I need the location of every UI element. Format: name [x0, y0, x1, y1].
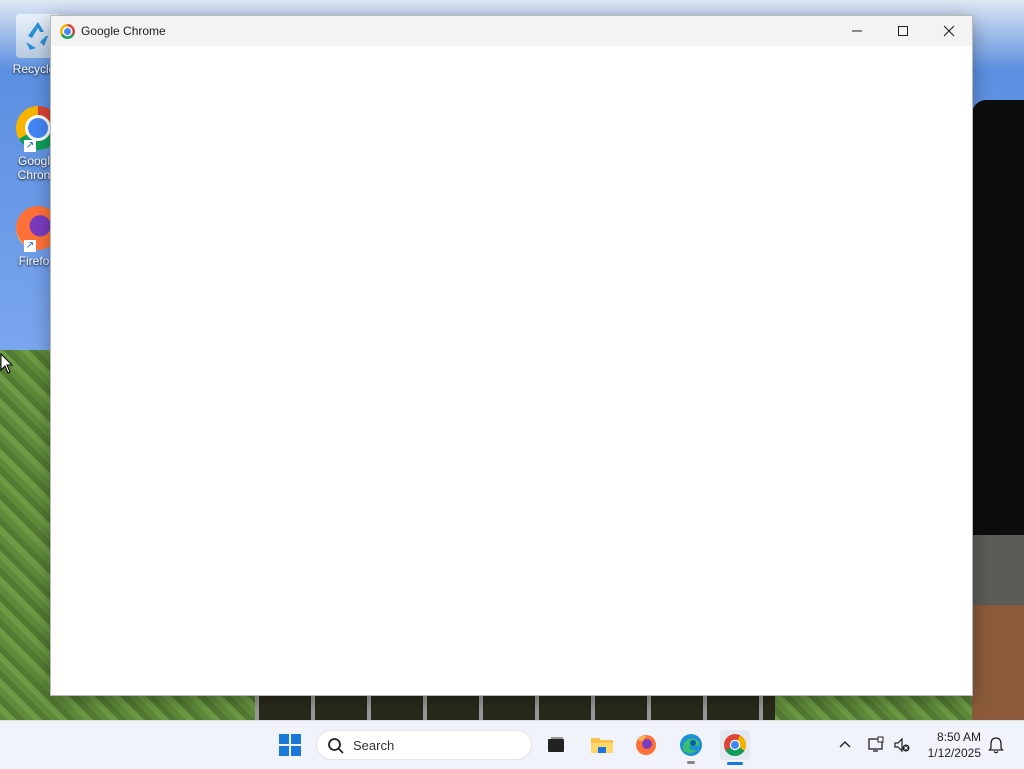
volume-muted-icon: [894, 737, 910, 753]
shortcut-arrow-icon: ↗: [24, 240, 36, 252]
taskbar-clock[interactable]: 8:50 AM 1/12/2025: [915, 729, 981, 761]
taskbar: Search 8:50 AM 1/12/2025: [0, 720, 1024, 769]
minimize-icon: [852, 30, 862, 32]
clock-time: 8:50 AM: [936, 730, 981, 744]
close-icon: [943, 25, 955, 37]
chrome-icon: [724, 734, 746, 756]
window-title: Google Chrome: [81, 24, 166, 38]
shortcut-arrow-icon: ↗: [24, 140, 36, 152]
maximize-icon: [898, 26, 908, 36]
wallpaper-dirt-block: [972, 605, 1024, 720]
close-button[interactable]: [926, 16, 972, 46]
running-indicator: [687, 761, 695, 764]
notifications-button[interactable]: [986, 735, 1006, 755]
volume-button[interactable]: [892, 735, 912, 755]
network-button[interactable]: [866, 735, 886, 755]
start-icon: [291, 746, 301, 756]
start-icon: [279, 734, 289, 744]
chrome-taskbar-button[interactable]: [720, 730, 750, 765]
minimize-button[interactable]: [834, 16, 880, 46]
taskbar-search-box[interactable]: Search: [316, 730, 532, 760]
chrome-icon: [60, 24, 75, 39]
wallpaper-stone-block: [972, 535, 1024, 605]
window-titlebar[interactable]: Google Chrome: [51, 16, 972, 46]
firefox-taskbar-button[interactable]: [631, 730, 661, 760]
start-button[interactable]: [279, 734, 301, 756]
file-explorer-button[interactable]: [587, 730, 617, 760]
clock-date: 1/12/2025: [927, 746, 981, 760]
edge-taskbar-button[interactable]: [676, 730, 706, 764]
network-icon: [868, 736, 884, 752]
start-icon: [279, 746, 289, 756]
window-content[interactable]: [51, 46, 972, 695]
edge-icon: [680, 734, 702, 756]
wallpaper-dark-block: [972, 100, 1024, 535]
file-explorer-icon: [591, 738, 613, 753]
chevron-up-icon: [839, 741, 851, 748]
search-icon: [328, 738, 344, 754]
chrome-window: Google Chrome: [51, 16, 972, 695]
show-hidden-icons-button[interactable]: [835, 735, 855, 755]
start-icon: [291, 734, 301, 744]
notification-bell-icon: [988, 737, 1004, 754]
task-view-icon: [548, 737, 564, 752]
search-label: Search: [353, 738, 395, 753]
firefox-icon: [636, 735, 656, 755]
wallpaper-fence: [255, 693, 775, 720]
maximize-button[interactable]: [880, 16, 926, 46]
task-view-button[interactable]: [541, 730, 571, 760]
active-window-indicator: [727, 762, 743, 765]
